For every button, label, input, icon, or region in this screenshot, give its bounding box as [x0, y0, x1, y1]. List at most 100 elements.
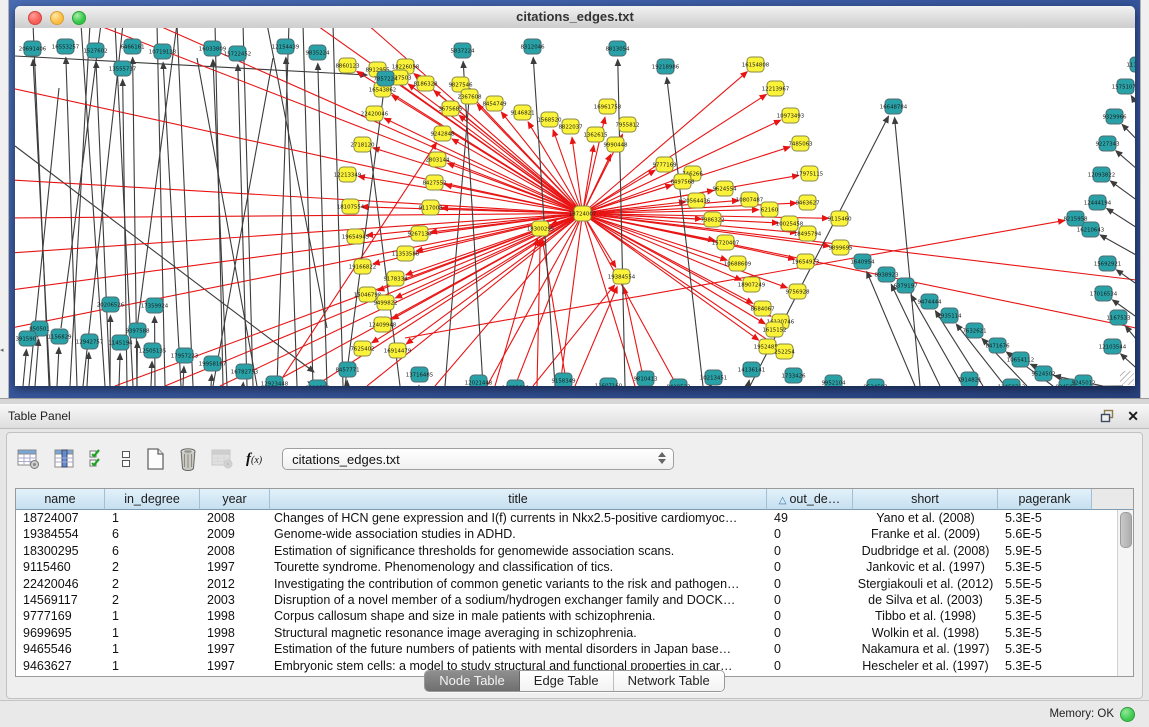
cell-short[interactable]: Tibbo et al. (1998) [853, 608, 998, 624]
minimize-window-button[interactable] [50, 11, 64, 25]
cell-name[interactable]: 9699695 [16, 625, 105, 641]
cell-pagerank[interactable]: 5.5E-5 [998, 576, 1092, 592]
graph-node[interactable]: 16553257 [52, 39, 79, 54]
cell-in-degree[interactable]: 2 [105, 576, 200, 592]
window-titlebar[interactable]: citations_edges.txt [15, 6, 1135, 29]
float-panel-icon[interactable] [1100, 409, 1115, 423]
cell-year[interactable]: 1997 [200, 641, 270, 657]
cell-name[interactable]: 18300295 [16, 543, 105, 559]
column-header-title[interactable]: title [270, 489, 767, 510]
graph-node[interactable]: 9242848 [430, 126, 455, 141]
network-table-select[interactable]: citations_edges.txt [282, 448, 674, 470]
table-row[interactable]: 1938455462009Genome-wide association stu… [16, 526, 1133, 542]
cell-short[interactable]: Yano et al. (2008) [853, 510, 998, 526]
graph-node[interactable]: 62160 [761, 202, 779, 217]
graph-node[interactable]: 1615152 [762, 322, 786, 337]
graph-node[interactable]: 2935114 [937, 308, 962, 323]
table-row[interactable]: 977716911998Corpus callosum shape and si… [16, 608, 1133, 624]
cell-title[interactable]: Disruption of a novel member of a sodium… [270, 592, 767, 608]
graph-node[interactable]: 9245012 [1071, 375, 1095, 386]
cell-out-degree[interactable]: 0 [767, 625, 853, 641]
table-row[interactable]: 1830029562008Estimation of significance … [16, 543, 1133, 559]
graph-node[interactable]: 12213349 [334, 167, 362, 182]
network-view-window[interactable]: citations_edges.txt 84275529117008926713… [15, 6, 1135, 386]
graph-node[interactable]: 9474444 [917, 294, 942, 309]
graph-node[interactable]: 9158349 [551, 373, 576, 386]
cell-year[interactable]: 1998 [200, 608, 270, 624]
cell-name[interactable]: 9465546 [16, 641, 105, 657]
cell-in-degree[interactable]: 6 [105, 543, 200, 559]
graph-node[interactable]: 17975115 [796, 166, 823, 181]
graph-node[interactable]: 16961758 [594, 99, 622, 114]
table-row[interactable]: 911546021997Tourette syndrome. Phenomeno… [16, 559, 1133, 575]
graph-node[interactable]: 3915901 [15, 331, 39, 346]
column-header-in-degree[interactable]: in_degree [105, 489, 200, 510]
table-row[interactable]: 1456911722003Disruption of a novel membe… [16, 592, 1133, 608]
graph-node[interactable]: 17957223 [171, 348, 198, 363]
graph-node[interactable]: 19654923 [792, 254, 819, 269]
cell-title[interactable]: Tourette syndrome. Phenomenology and cla… [270, 559, 767, 575]
graph-node[interactable]: 9835224 [305, 45, 330, 60]
graph-node[interactable]: 19218986 [652, 59, 680, 74]
column-header-year[interactable]: year [200, 489, 270, 510]
cell-pagerank[interactable]: 5.3E-5 [998, 592, 1092, 608]
graph-node[interactable]: 6466161 [120, 39, 144, 54]
graph-node[interactable]: 9524502 [863, 379, 887, 386]
graph-node[interactable]: 9117008 [418, 200, 443, 215]
table-row[interactable]: 1872400712008Changes of HCN gene express… [16, 510, 1133, 526]
graph-node[interactable]: 16648784 [880, 99, 908, 114]
graph-node[interactable]: 1640954 [850, 254, 875, 269]
graph-node[interactable]: 9499822 [373, 295, 397, 310]
graph-node[interactable]: 9397588 [125, 323, 150, 338]
memory-status-indicator[interactable] [1120, 707, 1135, 722]
close-panel-icon[interactable]: ✕ [1127, 409, 1139, 423]
graph-node[interactable]: 6379197 [893, 278, 917, 293]
graph-node[interactable]: 2367608 [457, 89, 482, 104]
stacked-rows-icon[interactable] [120, 448, 132, 470]
graph-node[interactable]: 5837224 [450, 43, 475, 58]
right-splitter-strip[interactable] [1140, 0, 1149, 398]
graph-node[interactable]: 252254 [774, 344, 795, 359]
tab-node-table[interactable]: Node Table [425, 671, 520, 691]
cell-out-degree[interactable]: 0 [767, 608, 853, 624]
graph-node[interactable]: 3675685 [438, 101, 462, 116]
cell-short[interactable]: de Silva et al. (2003) [853, 592, 998, 608]
graph-node[interactable]: 9899695 [828, 240, 852, 255]
graph-node[interactable]: 9952104 [821, 375, 846, 386]
cell-short[interactable]: Dudbridge et al. (2008) [853, 543, 998, 559]
graph-node[interactable]: 7485063 [788, 136, 812, 151]
cell-in-degree[interactable]: 1 [105, 608, 200, 624]
graph-node[interactable]: 8419523 [666, 379, 690, 386]
graph-node[interactable]: 12505135 [139, 343, 166, 358]
cell-year[interactable]: 2008 [200, 543, 270, 559]
cell-in-degree[interactable]: 2 [105, 592, 200, 608]
graph-node[interactable]: 16782753 [231, 364, 258, 379]
cell-name[interactable]: 19384554 [16, 526, 105, 542]
graph-node[interactable]: 10213451 [700, 370, 727, 385]
graph-node[interactable]: 9777169 [652, 157, 677, 172]
tab-network-table[interactable]: Network Table [614, 671, 724, 691]
graph-node[interactable]: 10688609 [724, 256, 752, 271]
graph-node[interactable]: 8427552 [422, 175, 446, 190]
zoom-window-button[interactable] [72, 11, 86, 25]
cell-year[interactable]: 2003 [200, 592, 270, 608]
graph-node[interactable]: 9146821 [510, 105, 534, 120]
cell-name[interactable]: 14569117 [16, 592, 105, 608]
cell-in-degree[interactable]: 1 [105, 625, 200, 641]
graph-node[interactable]: 8186328 [413, 76, 438, 91]
graph-node[interactable]: 15720407 [712, 235, 739, 250]
table-row[interactable]: 946554611997Estimation of the future num… [16, 641, 1133, 657]
cell-name[interactable]: 9115460 [16, 559, 105, 575]
graph-node[interactable]: 9756928 [785, 284, 810, 299]
table-row[interactable]: 969969511998Structural magnetic resonanc… [16, 625, 1133, 641]
new-table-icon[interactable] [145, 447, 165, 471]
graph-node[interactable]: 12923448 [261, 376, 289, 386]
graph-node[interactable]: 16154808 [742, 57, 770, 72]
table-vertical-scrollbar[interactable] [1117, 510, 1133, 676]
graph-node[interactable]: 9990448 [603, 137, 628, 152]
graph-node[interactable]: 17016534 [1090, 286, 1118, 301]
graph-node[interactable]: 9329966 [1102, 109, 1127, 124]
graph-node[interactable]: 12444194 [1084, 195, 1112, 210]
cell-short[interactable]: Wolkin et al. (1998) [853, 625, 998, 641]
function-builder-icon[interactable]: f(x) [246, 451, 262, 468]
